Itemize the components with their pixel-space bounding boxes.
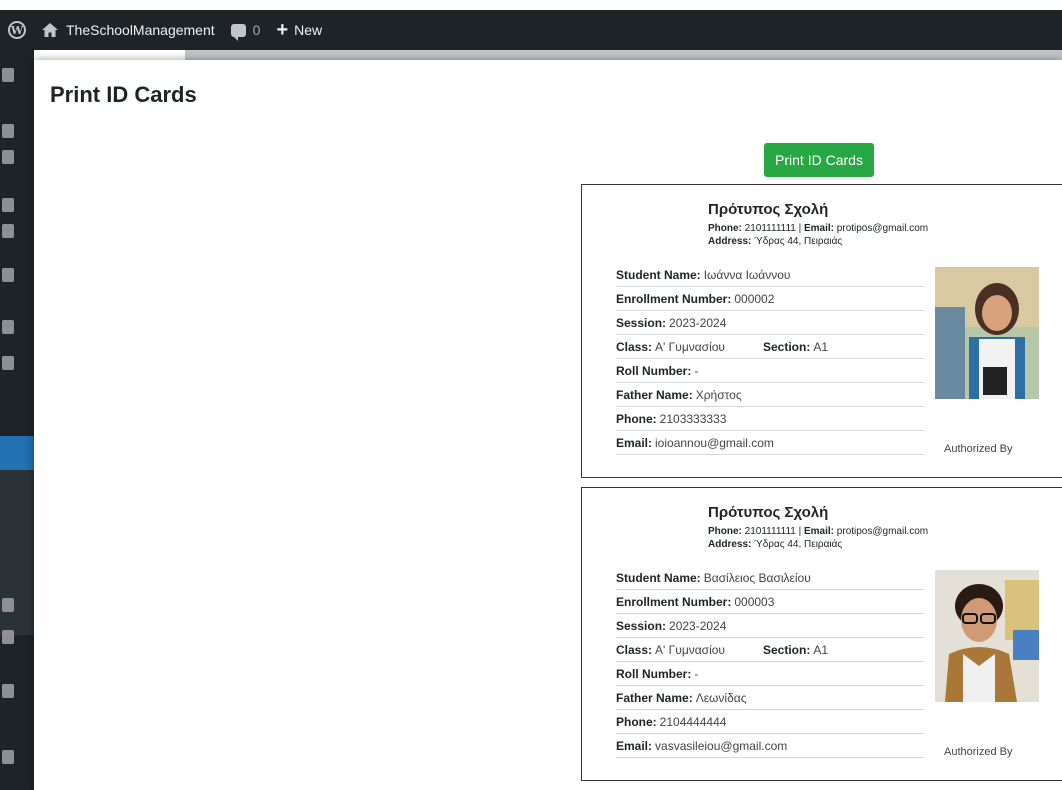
section: A1 bbox=[813, 339, 829, 354]
address-label: Address: bbox=[708, 236, 752, 247]
phone-row: Phone: 2104444444 bbox=[616, 710, 924, 734]
father-name: Λεωνίδας bbox=[695, 690, 747, 705]
comment-icon bbox=[230, 23, 246, 41]
student-name-row: Student Name: Βασίλειος Βασιλείου bbox=[616, 566, 924, 590]
session-row: Session: 2023-2024 bbox=[616, 614, 924, 638]
school-name: Πρότυπος Σχολή bbox=[708, 504, 829, 521]
users-icon[interactable] bbox=[2, 598, 14, 612]
school-phone: 2101111111 bbox=[744, 526, 796, 537]
wp-admin-bar: W TheSchoolManagement 0 + New bbox=[0, 10, 1062, 50]
class: Α' Γυμνασίου bbox=[655, 642, 725, 657]
session: 2023-2024 bbox=[669, 315, 727, 330]
enrollment-row: Enrollment Number: 000003 bbox=[616, 590, 924, 614]
enrollment-number: 000002 bbox=[734, 291, 775, 306]
media-icon[interactable] bbox=[2, 150, 14, 164]
student-photo bbox=[935, 267, 1039, 399]
student-name: Βασίλειος Βασιλείου bbox=[703, 570, 811, 585]
email-label: Email: bbox=[804, 526, 835, 537]
modal-title: Print ID Cards bbox=[50, 82, 197, 107]
student-name-row: Student Name: Ιωάννα Ιωάννου bbox=[616, 263, 924, 287]
student-fields: Student Name: Βασίλειος Βασιλείου Enrollm… bbox=[616, 566, 924, 758]
student-fields: Student Name: Ιωάννα Ιωάννου Enrollment N… bbox=[616, 263, 924, 455]
student-phone: 2104444444 bbox=[659, 714, 727, 729]
phone-label: Phone: bbox=[708, 223, 742, 234]
school-address: Ύδρας 44, Πειραιάς bbox=[754, 539, 843, 550]
pages-icon[interactable] bbox=[2, 198, 14, 212]
email-row: Email: ioioannou@gmail.com bbox=[616, 431, 924, 455]
top-frame bbox=[0, 0, 1062, 10]
comments-menu-icon[interactable] bbox=[2, 224, 14, 238]
phone-row: Phone: 2103333333 bbox=[616, 407, 924, 431]
home-icon bbox=[42, 23, 58, 37]
enrollment-row: Enrollment Number: 000002 bbox=[616, 287, 924, 311]
admin-sidebar bbox=[0, 50, 34, 790]
email-row: Email: vasvasileiou@gmail.com bbox=[616, 734, 924, 758]
class: Α' Γυμνασίου bbox=[655, 339, 725, 354]
print-id-modal: Print ID Cards Print ID Cards Πρότυπος Σ… bbox=[34, 60, 1062, 790]
school-name: Πρότυπος Σχολή bbox=[708, 201, 829, 218]
session: 2023-2024 bbox=[669, 618, 727, 633]
tools-icon[interactable] bbox=[2, 630, 14, 644]
plugins-icon[interactable] bbox=[2, 356, 14, 370]
site-name: TheSchoolManagement bbox=[66, 22, 215, 38]
roll-number: - bbox=[694, 666, 699, 681]
print-id-cards-button[interactable]: Print ID Cards bbox=[764, 143, 874, 177]
id-card: Πρότυπος Σχολή Phone: 2101111111 | Email… bbox=[581, 184, 1062, 478]
school-email: protipos@gmail.com bbox=[836, 526, 929, 537]
id-card: Πρότυπος Σχολή Phone: 2101111111 | Email… bbox=[581, 487, 1062, 781]
site-name-link[interactable]: TheSchoolManagement bbox=[34, 10, 223, 50]
authorized-by: Authorized By bbox=[944, 746, 1013, 758]
student-phone: 2103333333 bbox=[659, 411, 727, 426]
posts-icon[interactable] bbox=[2, 124, 14, 138]
section: A1 bbox=[813, 642, 829, 657]
wordpress-icon: W bbox=[8, 21, 26, 39]
student-photo bbox=[935, 570, 1039, 702]
school-address: Ύδρας 44, Πειραιάς bbox=[754, 236, 843, 247]
settings-icon[interactable] bbox=[2, 684, 14, 698]
class-row: Class: Α' Γυμνασίου Section: A1 bbox=[616, 335, 924, 359]
address-label: Address: bbox=[708, 539, 752, 550]
roll-number: - bbox=[694, 363, 699, 378]
roll-row: Roll Number: - bbox=[616, 662, 924, 686]
student-email: vasvasileiou@gmail.com bbox=[655, 738, 788, 753]
father-row: Father Name: Χρήστος bbox=[616, 383, 924, 407]
school-phone: 2101111111 bbox=[744, 223, 796, 234]
student-email: ioioannou@gmail.com bbox=[655, 435, 774, 450]
school-email: protipos@gmail.com bbox=[836, 223, 929, 234]
roll-row: Roll Number: - bbox=[616, 359, 924, 383]
father-name: Χρήστος bbox=[695, 387, 742, 402]
student-name: Ιωάννα Ιωάννου bbox=[703, 267, 791, 282]
session-row: Session: 2023-2024 bbox=[616, 311, 924, 335]
dashboard-icon[interactable] bbox=[2, 68, 14, 82]
loading-strip bbox=[185, 50, 1062, 60]
comments-count: 0 bbox=[252, 22, 261, 38]
wp-logo-menu[interactable]: W bbox=[0, 10, 34, 50]
collapse-icon[interactable] bbox=[2, 750, 14, 764]
comments-link[interactable]: 0 bbox=[223, 10, 269, 50]
enrollment-number: 000003 bbox=[734, 594, 775, 609]
email-label: Email: bbox=[804, 223, 835, 234]
new-label: New bbox=[294, 22, 323, 38]
appearance-icon[interactable] bbox=[2, 320, 14, 334]
school-contact: Phone: 2101111111 | Email: protipos@gmai… bbox=[708, 526, 929, 550]
page-root: W TheSchoolManagement 0 + New Print ID C… bbox=[0, 0, 1062, 790]
authorized-by: Authorized By bbox=[944, 443, 1013, 455]
phone-label: Phone: bbox=[708, 526, 742, 537]
school-contact: Phone: 2101111111 | Email: protipos@gmai… bbox=[708, 223, 929, 247]
plus-icon: + bbox=[276, 19, 289, 41]
new-content-link[interactable]: + New bbox=[268, 10, 330, 50]
active-menu-item[interactable] bbox=[0, 436, 34, 470]
class-row: Class: Α' Γυμνασίου Section: A1 bbox=[616, 638, 924, 662]
school-icon[interactable] bbox=[2, 268, 14, 282]
father-row: Father Name: Λεωνίδας bbox=[616, 686, 924, 710]
